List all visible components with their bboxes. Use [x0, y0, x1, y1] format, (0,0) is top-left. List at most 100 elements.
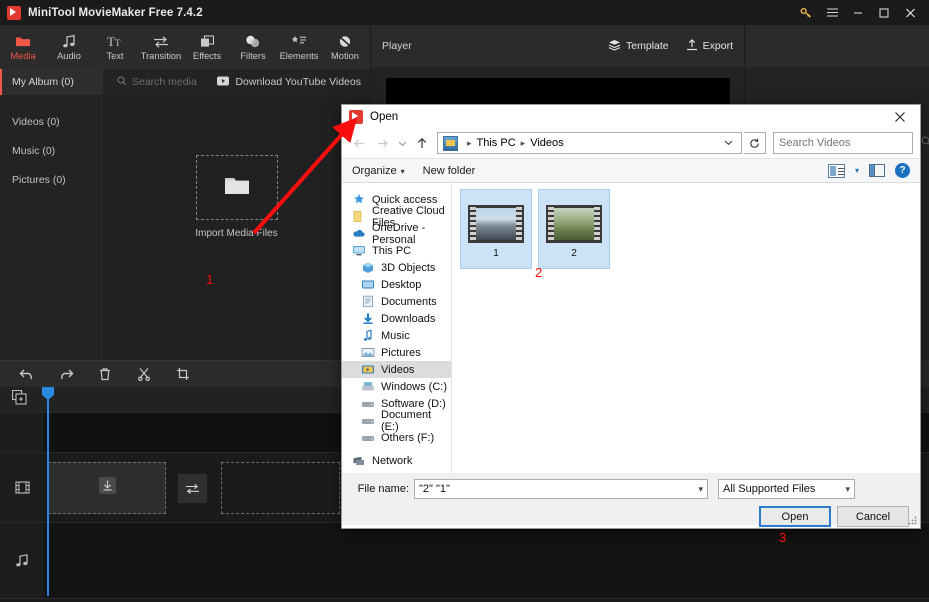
annotation-number-1: 1: [206, 272, 214, 287]
place-label: Windows (C:): [381, 380, 448, 393]
place-desktop[interactable]: Desktop: [342, 276, 451, 293]
place-documents[interactable]: Documents: [342, 293, 451, 310]
place-downloads[interactable]: Downloads: [342, 310, 451, 327]
svg-text:T: T: [107, 35, 115, 48]
chevron-down-icon[interactable]: ▾: [698, 484, 703, 495]
timeline-gutter-text: [0, 413, 44, 452]
import-media-files-label: Import Media Files: [195, 228, 278, 239]
minimize-icon[interactable]: [845, 0, 871, 25]
search-media-placeholder: Search media: [132, 76, 197, 88]
chevron-down-icon[interactable]: [395, 132, 409, 154]
undo-arrow-icon[interactable]: [16, 363, 38, 385]
maximize-icon[interactable]: [871, 0, 897, 25]
file-item-label: 2: [571, 248, 577, 259]
sidebar-item-pictures[interactable]: Pictures (0): [0, 165, 102, 194]
close-icon[interactable]: [897, 0, 923, 25]
open-button[interactable]: Open: [759, 506, 831, 527]
export-label: Export: [702, 40, 733, 52]
timeline-clip-slot-2[interactable]: [221, 462, 340, 514]
import-media-files-button[interactable]: [195, 155, 278, 220]
timeline-transition-slot[interactable]: [178, 474, 207, 503]
tab-media-label: Media: [10, 51, 36, 61]
search-input[interactable]: [779, 137, 921, 149]
album-tab-my-album[interactable]: My Album (0): [0, 69, 103, 95]
dialog-title: Open: [370, 110, 399, 123]
cancel-button[interactable]: Cancel: [837, 506, 909, 527]
preview-pane-icon[interactable]: [869, 164, 885, 177]
trash-icon[interactable]: [94, 363, 116, 385]
tab-transition[interactable]: Transition: [138, 25, 184, 69]
menu-icon[interactable]: [819, 0, 845, 25]
key-icon[interactable]: [793, 0, 819, 25]
add-media-track-icon[interactable]: [11, 389, 27, 410]
cloud-icon: [352, 227, 366, 240]
file-type-filter-select[interactable]: All Supported Files ▾: [718, 479, 855, 499]
address-bar[interactable]: ▸ This PC ▸ Videos: [437, 132, 742, 154]
music-note-icon: [361, 329, 375, 342]
media-content-area: Import Media Files: [103, 95, 370, 360]
breadcrumb-videos[interactable]: Videos: [530, 137, 563, 149]
place-onedrive-personal[interactable]: OneDrive - Personal: [342, 222, 451, 246]
redo-arrow-icon[interactable]: [55, 363, 77, 385]
download-youtube-videos-button[interactable]: Download YouTube Videos: [217, 76, 361, 89]
place-pictures[interactable]: Pictures: [342, 344, 451, 361]
elements-star-list-icon: [291, 33, 307, 48]
tab-elements[interactable]: Elements: [276, 25, 322, 69]
file-item[interactable]: 2: [538, 189, 610, 269]
change-view-icon[interactable]: [827, 163, 845, 178]
tab-transition-label: Transition: [140, 51, 182, 61]
tab-audio[interactable]: Audio: [46, 25, 92, 69]
chevron-down-icon[interactable]: ▾: [855, 166, 859, 175]
place-label: Music: [381, 329, 410, 342]
timeline-track-audio[interactable]: [44, 523, 929, 598]
tab-motion[interactable]: Motion: [322, 25, 368, 69]
file-name-input[interactable]: [419, 483, 699, 495]
file-name-field[interactable]: ▾: [414, 479, 708, 499]
new-folder-button[interactable]: New folder: [423, 165, 476, 177]
sidebar-item-videos-label: Videos (0): [12, 115, 60, 128]
network-icon: [352, 454, 366, 467]
place-3d-objects[interactable]: 3D Objects: [342, 259, 451, 276]
arrow-up-icon[interactable]: [411, 132, 432, 154]
template-button[interactable]: Template: [608, 39, 669, 54]
tab-media[interactable]: Media: [0, 25, 46, 69]
scissors-icon[interactable]: [133, 363, 155, 385]
arrow-left-icon[interactable]: [349, 132, 370, 154]
help-icon[interactable]: ?: [895, 163, 910, 178]
properties-panel-header: [745, 25, 929, 67]
drop-media-icon: [98, 476, 117, 500]
sidebar-item-music[interactable]: Music (0): [0, 136, 102, 165]
film-strip-icon: [0, 453, 44, 522]
sidebar-item-videos[interactable]: Videos (0): [0, 107, 102, 136]
place-document-e[interactable]: Document (E:): [342, 409, 451, 433]
tab-effects[interactable]: Effects: [184, 25, 230, 69]
organize-menu[interactable]: Organize ▾: [352, 165, 405, 177]
tab-text[interactable]: TT Text: [92, 25, 138, 69]
tab-filters[interactable]: Filters: [230, 25, 276, 69]
close-icon[interactable]: [880, 105, 920, 128]
dialog-command-bar: Organize ▾ New folder ▾ ?: [342, 158, 920, 183]
place-music[interactable]: Music: [342, 327, 451, 344]
timeline-clip-slot-1[interactable]: [48, 462, 166, 514]
minitool-logo-icon: [7, 5, 21, 20]
breadcrumb-this-pc[interactable]: This PC: [477, 137, 516, 149]
player-title: Player: [382, 40, 412, 52]
dialog-resize-grip[interactable]: [908, 516, 917, 525]
place-windows-c[interactable]: Windows (C:): [342, 378, 451, 395]
arrow-right-icon[interactable]: [372, 132, 393, 154]
search-videos-box[interactable]: [773, 132, 929, 154]
place-videos[interactable]: Videos: [342, 361, 451, 378]
tab-effects-label: Effects: [192, 51, 222, 61]
crop-icon[interactable]: [172, 363, 194, 385]
place-network[interactable]: Network: [342, 452, 451, 469]
timeline-playhead[interactable]: [47, 387, 49, 596]
file-item[interactable]: 1: [460, 189, 532, 269]
dialog-file-list[interactable]: 1 2: [452, 183, 920, 473]
minitool-logo-icon: [349, 109, 363, 124]
export-upload-icon: [686, 38, 698, 54]
video-file-icon: [546, 205, 602, 243]
search-media-input[interactable]: Search media: [117, 75, 197, 89]
chevron-down-icon[interactable]: [719, 138, 738, 148]
export-button[interactable]: Export: [686, 38, 733, 54]
refresh-icon[interactable]: [744, 132, 766, 154]
